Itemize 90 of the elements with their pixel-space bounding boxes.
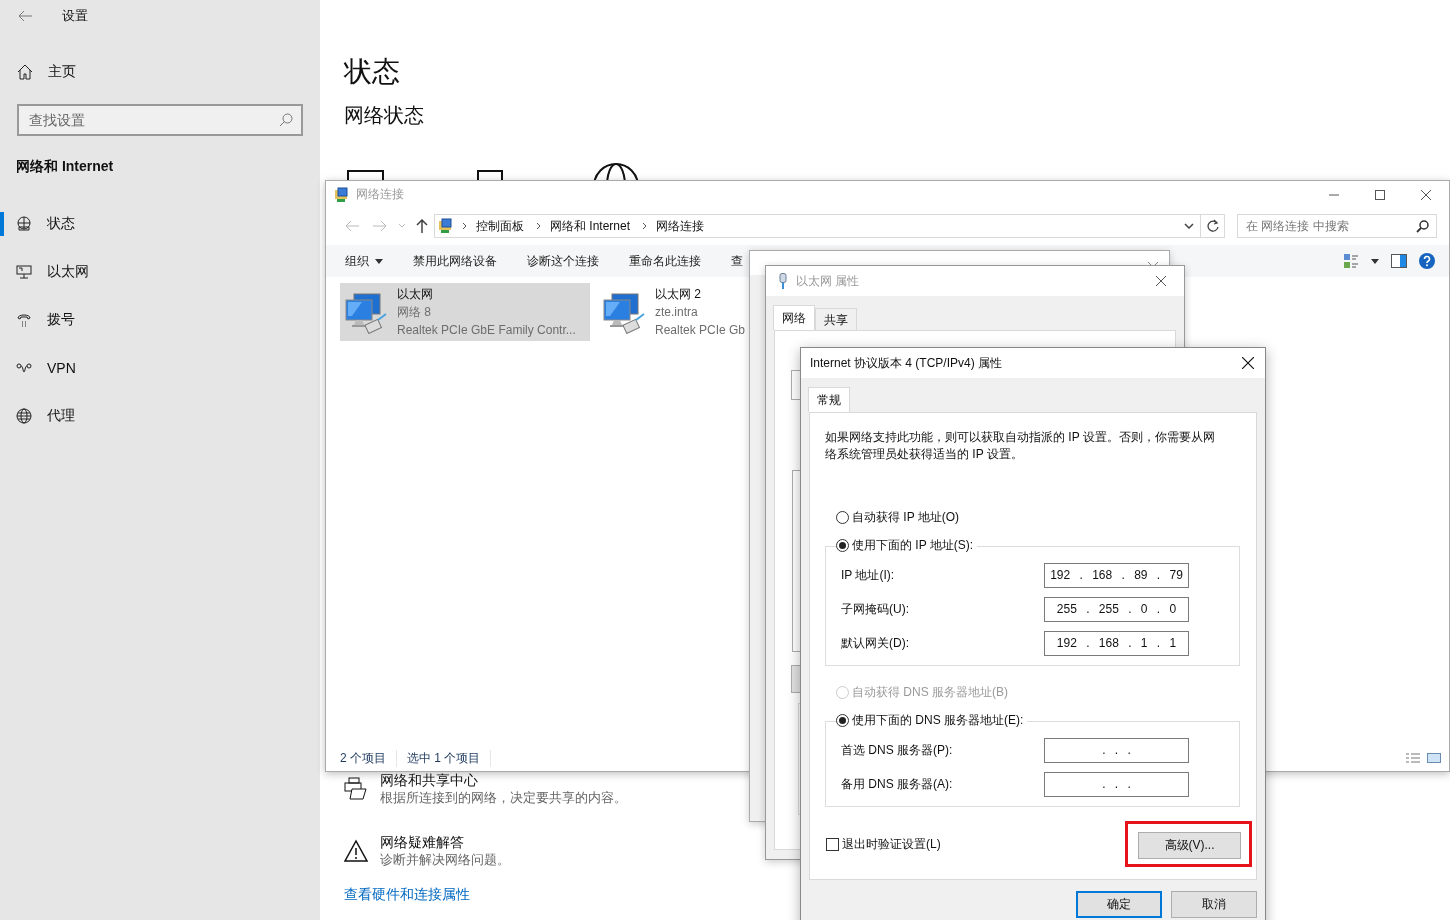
adapter-name: 以太网 2 bbox=[655, 286, 702, 303]
warning-icon bbox=[344, 839, 368, 863]
tab[interactable]: 网络 bbox=[773, 305, 815, 330]
chevron-icon bbox=[536, 222, 542, 230]
back-arrow-icon[interactable] bbox=[17, 10, 33, 22]
home-item[interactable]: 主页 bbox=[0, 56, 320, 88]
radio-button[interactable]: 自动获得 IP 地址(O) bbox=[836, 507, 1240, 527]
link-title[interactable]: 网络和共享中心 bbox=[380, 771, 627, 789]
checkbox[interactable]: 退出时验证设置(L) bbox=[826, 835, 941, 853]
page-title: 状态 bbox=[344, 55, 401, 89]
caret-down-icon[interactable] bbox=[1371, 258, 1379, 264]
field-label: 子网掩码(U): bbox=[841, 601, 910, 618]
search-icon bbox=[1416, 220, 1429, 233]
address-bar[interactable]: 控制面板 网络和 Internet 网络连接 bbox=[434, 214, 1201, 238]
section-heading: 网络状态 bbox=[344, 103, 425, 128]
toolbar-button[interactable]: 查 bbox=[731, 252, 743, 270]
search-icon bbox=[279, 113, 293, 127]
caret-down-icon bbox=[375, 258, 383, 264]
chevron-icon bbox=[462, 222, 468, 230]
network-name: 网络 8 bbox=[397, 304, 432, 321]
ip-address-field[interactable]: 255 . 255 . 0 . 0 bbox=[1044, 597, 1189, 622]
close-icon bbox=[1242, 357, 1254, 369]
maximize-icon bbox=[1375, 189, 1385, 200]
cancel-button[interactable]: 取消 bbox=[1171, 891, 1257, 918]
adapter-description: Realtek PCIe GbE Family Contr... bbox=[397, 322, 576, 339]
plug-icon bbox=[778, 273, 788, 289]
field-label: 默认网关(D): bbox=[841, 635, 910, 652]
adapter-description: Realtek PCIe Gb bbox=[655, 322, 746, 339]
advanced-button[interactable]: 高级(V)... bbox=[1138, 832, 1241, 859]
description-text: 如果网络支持此功能，则可以获取自动指派的 IP 设置。否则，你需要从网络系统管理员处获得适当的 IP 设置。 bbox=[825, 429, 1216, 463]
refresh-button[interactable] bbox=[1201, 214, 1225, 238]
field-label: 首选 DNS 服务器(P): bbox=[841, 742, 954, 759]
field-label: 备用 DNS 服务器(A): bbox=[841, 776, 954, 793]
details-view-icon[interactable] bbox=[1405, 752, 1421, 764]
back-icon[interactable] bbox=[344, 220, 360, 232]
globe-monitor-icon bbox=[16, 216, 32, 232]
close-icon bbox=[1421, 189, 1431, 200]
chevron-icon bbox=[642, 222, 649, 230]
preview-pane-icon[interactable] bbox=[1391, 254, 1407, 268]
field-label: IP 地址(I): bbox=[841, 567, 896, 584]
tiles-view-icon[interactable] bbox=[1427, 752, 1441, 764]
network-folder-icon bbox=[334, 186, 350, 203]
link-description: 根据所连接到的网络，决定要共享的内容。 bbox=[380, 789, 627, 807]
toolbar-button[interactable]: 禁用此网络设备 bbox=[413, 252, 497, 270]
app-title: 设置 bbox=[62, 7, 88, 25]
breadcrumb-item[interactable]: 网络和 Internet bbox=[550, 217, 631, 235]
breadcrumb-item[interactable]: 控制面板 bbox=[476, 217, 524, 235]
monitor-icon bbox=[16, 264, 32, 280]
nav-item[interactable]: 拨号 bbox=[0, 296, 320, 344]
network-adapter-item[interactable]: 以太网 网络 8 Realtek PCIe GbE Family Contr... bbox=[340, 283, 590, 341]
section-heading: 网络和 Internet bbox=[15, 157, 115, 176]
nav-item[interactable]: 代理 bbox=[0, 392, 320, 440]
up-arrow-icon[interactable] bbox=[416, 219, 428, 233]
adapter-name: 以太网 bbox=[397, 286, 434, 303]
ip-address-field[interactable]: . . . bbox=[1044, 772, 1189, 797]
search-field[interactable]: 查找设置 bbox=[17, 104, 303, 136]
network-name: zte.intra bbox=[655, 304, 699, 321]
phone-icon bbox=[16, 312, 32, 328]
tab[interactable]: 共享 bbox=[815, 308, 857, 330]
globe-icon bbox=[16, 408, 32, 424]
ip-address-field[interactable]: . . . bbox=[1044, 738, 1189, 763]
window-title: Internet 协议版本 4 (TCP/IPv4) 属性 bbox=[810, 354, 1003, 372]
forward-icon[interactable] bbox=[372, 220, 388, 232]
status-text: 选中 1 个项目 bbox=[407, 749, 492, 767]
network-adapter-icon bbox=[602, 290, 646, 334]
status-text: 2 个项目 bbox=[340, 749, 397, 767]
tab[interactable]: 常规 bbox=[808, 387, 850, 412]
ip-address-field[interactable]: 192 . 168 . 89 . 79 bbox=[1044, 563, 1189, 588]
nav-item[interactable]: 以太网 bbox=[0, 248, 320, 296]
hardware-properties-link[interactable]: 查看硬件和连接属性 bbox=[344, 885, 470, 903]
network-folder-icon bbox=[438, 218, 454, 234]
ok-button[interactable]: 确定 bbox=[1076, 891, 1162, 918]
network-adapter-icon bbox=[344, 290, 388, 334]
dropdown-caret-icon[interactable] bbox=[1184, 223, 1194, 229]
window-title: 以太网 属性 bbox=[796, 272, 860, 290]
toolbar-button[interactable]: 诊断这个连接 bbox=[527, 252, 599, 270]
close-icon bbox=[1156, 276, 1166, 286]
home-icon bbox=[17, 64, 33, 80]
view-options-icon[interactable] bbox=[1343, 253, 1359, 269]
window-title: 网络连接 bbox=[356, 186, 404, 203]
link-description: 诊断并解决网络问题。 bbox=[380, 851, 510, 869]
help-icon[interactable] bbox=[1419, 253, 1435, 269]
breadcrumb-item[interactable]: 网络连接 bbox=[656, 217, 705, 235]
nav-item[interactable]: VPN bbox=[0, 344, 320, 392]
refresh-icon bbox=[1206, 219, 1219, 233]
toolbar-button[interactable]: 重命名此连接 bbox=[629, 252, 701, 270]
printer-folder-icon bbox=[344, 777, 368, 801]
ip-address-field[interactable]: 192 . 168 . 1 . 1 bbox=[1044, 631, 1189, 656]
toolbar-button[interactable]: 组织 bbox=[345, 252, 383, 270]
link-title[interactable]: 网络疑难解答 bbox=[380, 833, 510, 851]
